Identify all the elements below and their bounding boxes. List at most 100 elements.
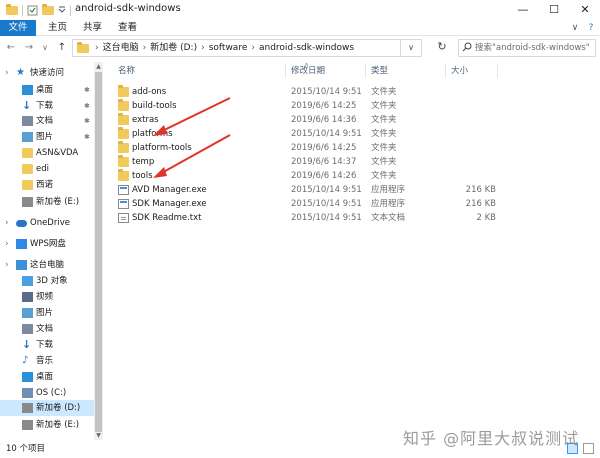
back-button[interactable]: ← <box>4 40 18 56</box>
sidebar-item[interactable]: 图片 <box>0 305 94 321</box>
sidebar-item[interactable]: › ★ 快速访问 <box>0 65 94 81</box>
address-bar[interactable]: › 这台电脑 › 新加卷 (D:) › software › android-sdk-wind… <box>72 39 422 57</box>
file-row[interactable]: SDK Manager.exe 2015/10/14 9:51 应用程序 216 KB <box>104 197 600 211</box>
minimize-button[interactable]: — <box>508 0 538 20</box>
folder-icon <box>118 155 129 167</box>
tab-home[interactable]: 主页 <box>48 20 67 36</box>
sidebar-item[interactable]: 视频 <box>0 289 94 305</box>
sidebar-item[interactable]: ♪ 音乐 <box>0 353 94 369</box>
pin-icon: ✱ <box>84 117 90 125</box>
item-count: 10 个项目 <box>6 444 46 454</box>
scroll-up-arrow[interactable]: ▲ <box>94 62 103 71</box>
forward-button[interactable]: → <box>22 40 36 56</box>
file-type: 应用程序 <box>371 199 406 209</box>
recent-locations-button[interactable]: ∨ <box>38 40 52 56</box>
pictures-icon <box>22 132 33 142</box>
sidebar-item[interactable]: ↓ 下载 ✱ <box>0 98 94 114</box>
sidebar-item[interactable]: 文档 ✱ <box>0 113 94 129</box>
file-size: 216 KB <box>465 185 496 195</box>
file-type: 文件夹 <box>371 157 397 167</box>
column-divider[interactable] <box>365 64 366 78</box>
breadcrumb-separator[interactable]: › <box>201 43 205 53</box>
column-divider[interactable] <box>285 64 286 78</box>
breadcrumb-separator[interactable]: › <box>251 43 255 53</box>
search-box[interactable]: 搜索"android-sdk-windows" <box>458 39 596 57</box>
sidebar-item-label: 音乐 <box>36 356 54 366</box>
sidebar-item[interactable]: 新加卷 (E:) <box>0 417 94 433</box>
sidebar-item[interactable]: › WPS网盘 <box>0 236 94 252</box>
file-type: 文件夹 <box>371 115 397 125</box>
tab-file[interactable]: 文件 <box>0 20 36 36</box>
application-icon <box>118 199 129 209</box>
sidebar-item-label: OneDrive <box>30 218 70 228</box>
expand-chevron-icon[interactable]: › <box>5 257 9 273</box>
breadcrumb-drive-d[interactable]: 新加卷 (D:) <box>150 43 197 53</box>
file-date: 2015/10/14 9:51 <box>291 87 362 97</box>
sidebar-item[interactable]: 图片 ✱ <box>0 129 94 145</box>
sidebar-item-label: 桌面 <box>36 85 54 95</box>
sidebar-item[interactable]: 新加卷 (D:) <box>0 400 94 416</box>
file-date: 2015/10/14 9:51 <box>291 199 362 209</box>
expand-chevron-icon[interactable]: › <box>5 65 9 81</box>
sidebar-item[interactable]: 桌面 ✱ <box>0 82 94 98</box>
column-type[interactable]: 类型 <box>371 64 388 78</box>
breadcrumb-separator[interactable]: › <box>143 43 147 53</box>
ribbon-expand-button[interactable]: ∨ <box>568 20 582 36</box>
sidebar-item[interactable]: ASN&VDA <box>0 145 94 161</box>
file-name: AVD Manager.exe <box>132 185 207 195</box>
sidebar-item-label: 图片 <box>36 132 54 142</box>
column-divider[interactable] <box>445 64 446 78</box>
drive-icon <box>22 420 33 430</box>
expand-chevron-icon[interactable]: › <box>5 215 9 231</box>
tab-view[interactable]: 查看 <box>118 20 137 36</box>
file-row[interactable]: SDK Readme.txt 2015/10/14 9:51 文本文档 2 KB <box>104 211 600 225</box>
sidebar-item[interactable]: 3D 对象 <box>0 273 94 289</box>
column-divider[interactable] <box>497 64 498 78</box>
scrollbar-thumb[interactable] <box>95 72 102 432</box>
ribbon-tabs: 文件 主页 共享 查看 ∨ ? <box>0 20 600 36</box>
sidebar-item[interactable]: OS (C:) <box>0 385 94 401</box>
sidebar-item-label: 视频 <box>36 292 54 302</box>
column-size[interactable]: 大小 <box>451 64 468 78</box>
file-date: 2015/10/14 9:51 <box>291 213 362 223</box>
breadcrumb-this-pc[interactable]: 这台电脑 <box>103 43 139 53</box>
sidebar-item-label: 这台电脑 <box>30 260 65 270</box>
breadcrumb-android-sdk[interactable]: android-sdk-windows <box>259 43 354 53</box>
sidebar-item[interactable]: 桌面 <box>0 369 94 385</box>
sidebar-item-label: 新加卷 (E:) <box>36 197 80 207</box>
sidebar-item-label: 下载 <box>36 340 54 350</box>
close-button[interactable]: ✕ <box>570 0 600 20</box>
sidebar-item[interactable]: › OneDrive <box>0 215 94 231</box>
address-history-button[interactable]: ∨ <box>400 39 422 57</box>
search-input[interactable]: 搜索"android-sdk-windows" <box>475 40 590 56</box>
customize-toolbar-icon[interactable] <box>58 5 66 16</box>
sidebar-item[interactable]: ↓ 下载 <box>0 337 94 353</box>
help-button[interactable]: ? <box>584 20 598 36</box>
scroll-down-arrow[interactable]: ▼ <box>94 431 103 440</box>
refresh-button[interactable]: ↻ <box>432 39 452 57</box>
sidebar-item[interactable]: 新加卷 (E:) <box>0 194 94 210</box>
file-row[interactable]: AVD Manager.exe 2015/10/14 9:51 应用程序 216 KB <box>104 183 600 197</box>
breadcrumb-separator: › <box>95 43 99 53</box>
sidebar-item[interactable]: edi <box>0 161 94 177</box>
maximize-button[interactable]: ☐ <box>539 0 569 20</box>
large-icons-view-icon[interactable] <box>583 443 594 454</box>
tab-share[interactable]: 共享 <box>83 20 102 36</box>
sidebar-item[interactable]: 西诺 <box>0 177 94 193</box>
new-folder-icon[interactable] <box>42 3 54 15</box>
pin-icon: ✱ <box>84 133 90 141</box>
file-name: SDK Readme.txt <box>132 213 202 223</box>
file-date: 2015/10/14 9:51 <box>291 129 362 139</box>
text-file-icon <box>118 213 129 223</box>
expand-chevron-icon[interactable]: › <box>5 236 9 252</box>
column-name[interactable]: 名称 <box>118 64 135 78</box>
properties-icon[interactable] <box>27 5 38 16</box>
navigation-bar: ← → ∨ ↑ › 这台电脑 › 新加卷 (D:) › software › android-… <box>0 37 600 59</box>
breadcrumb-software[interactable]: software <box>209 43 248 53</box>
sidebar-item-label: 文档 <box>36 116 54 126</box>
column-date[interactable]: 修改日期 <box>291 64 325 78</box>
navigation-pane-scrollbar[interactable]: ▲ ▼ <box>94 62 103 440</box>
sidebar-item[interactable]: 文档 <box>0 321 94 337</box>
sidebar-item[interactable]: › 这台电脑 <box>0 257 94 273</box>
up-button[interactable]: ↑ <box>55 40 69 56</box>
